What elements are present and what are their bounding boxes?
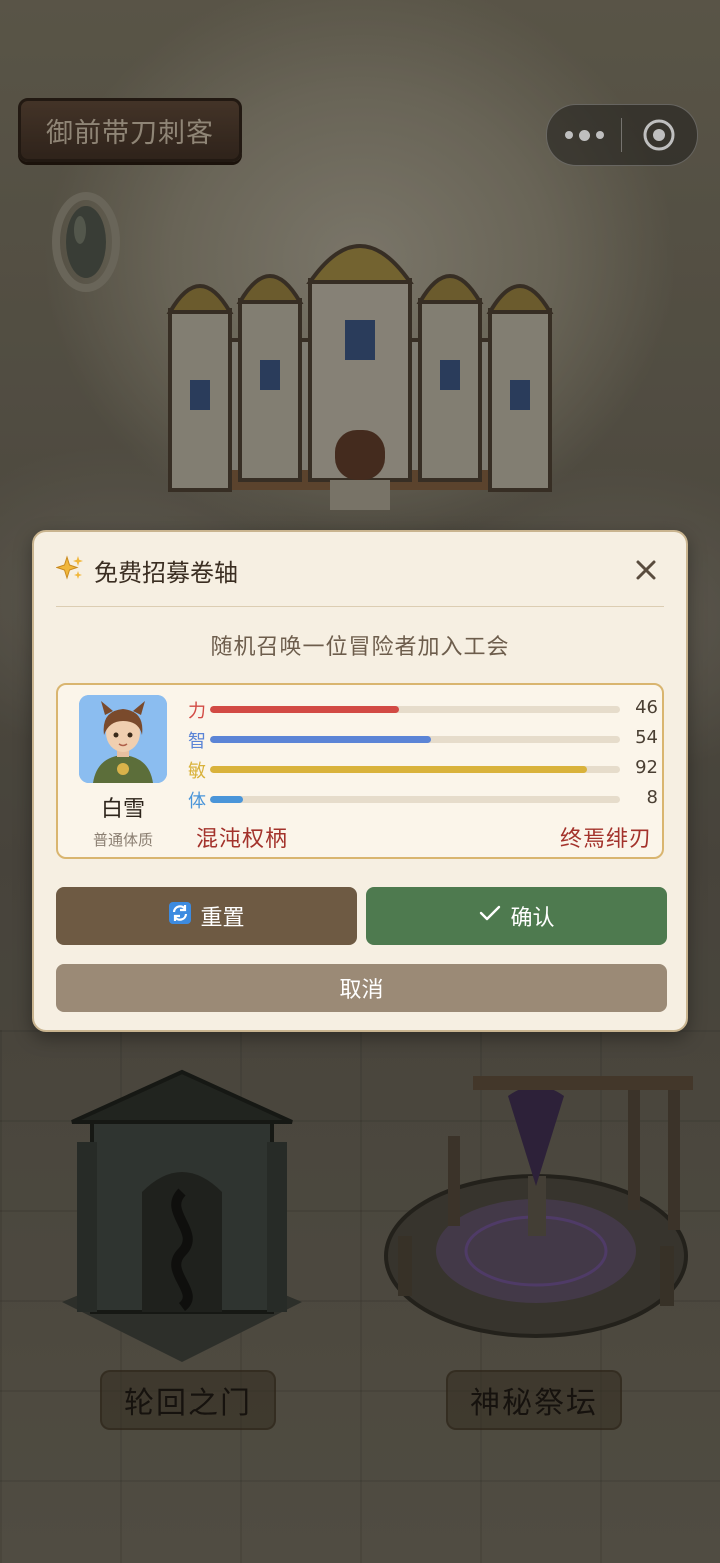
stat-row-intelligence: 智 54 [188,727,658,752]
stat-bar-track [210,766,620,773]
hero-skill-2[interactable]: 终焉绯刃 [560,821,652,853]
stat-bar-fill [210,796,243,803]
stat-value: 8 [646,787,658,808]
dialog-header: 免费招募卷轴 [55,550,238,590]
dialog-subtitle: 随机召唤一位冒险者加入工会 [210,635,510,660]
sparkles-icon [55,554,84,586]
cancel-button[interactable]: 取消 [56,964,667,1012]
checkmark-icon [478,901,502,931]
confirm-button[interactable]: 确认 [366,887,667,945]
close-icon[interactable] [630,554,662,586]
stat-label: 力 [188,701,206,722]
stat-bar-fill [210,736,432,743]
stat-bar-track [210,706,620,713]
hero-card: 白雪 普通体质 力 46 智 54 敏 92 体 8 混沌权柄 终焉绯刃 [56,683,664,859]
stat-bar-track [210,736,620,743]
reset-button-label: 重置 [200,906,245,931]
stat-bar-track [210,796,620,803]
stat-bar-fill [210,766,588,773]
stat-label: 敏 [188,761,206,782]
hero-avatar [79,695,167,783]
cancel-button-label: 取消 [339,978,384,1003]
stat-row-strength: 力 46 [188,697,658,722]
stat-value: 92 [635,757,658,778]
stat-value: 46 [635,697,658,718]
recruit-dialog: 免费招募卷轴 随机召唤一位冒险者加入工会 白雪 普通体质 力 46 智 54 敏… [32,530,688,1032]
stat-bar-fill [210,706,399,713]
refresh-icon [168,901,192,931]
dialog-divider [56,606,664,607]
stat-label: 智 [188,731,206,752]
confirm-button-label: 确认 [510,906,555,931]
stat-label: 体 [188,791,206,812]
stat-row-agility: 敏 92 [188,757,658,782]
hero-skill-1[interactable]: 混沌权柄 [196,821,288,853]
dialog-title: 免费招募卷轴 [94,558,238,587]
hero-name: 白雪 [100,797,145,822]
hero-constitution: 普通体质 [92,831,153,849]
stat-row-constitution: 体 8 [188,787,658,812]
reset-button[interactable]: 重置 [56,887,357,945]
stat-value: 54 [635,727,658,748]
